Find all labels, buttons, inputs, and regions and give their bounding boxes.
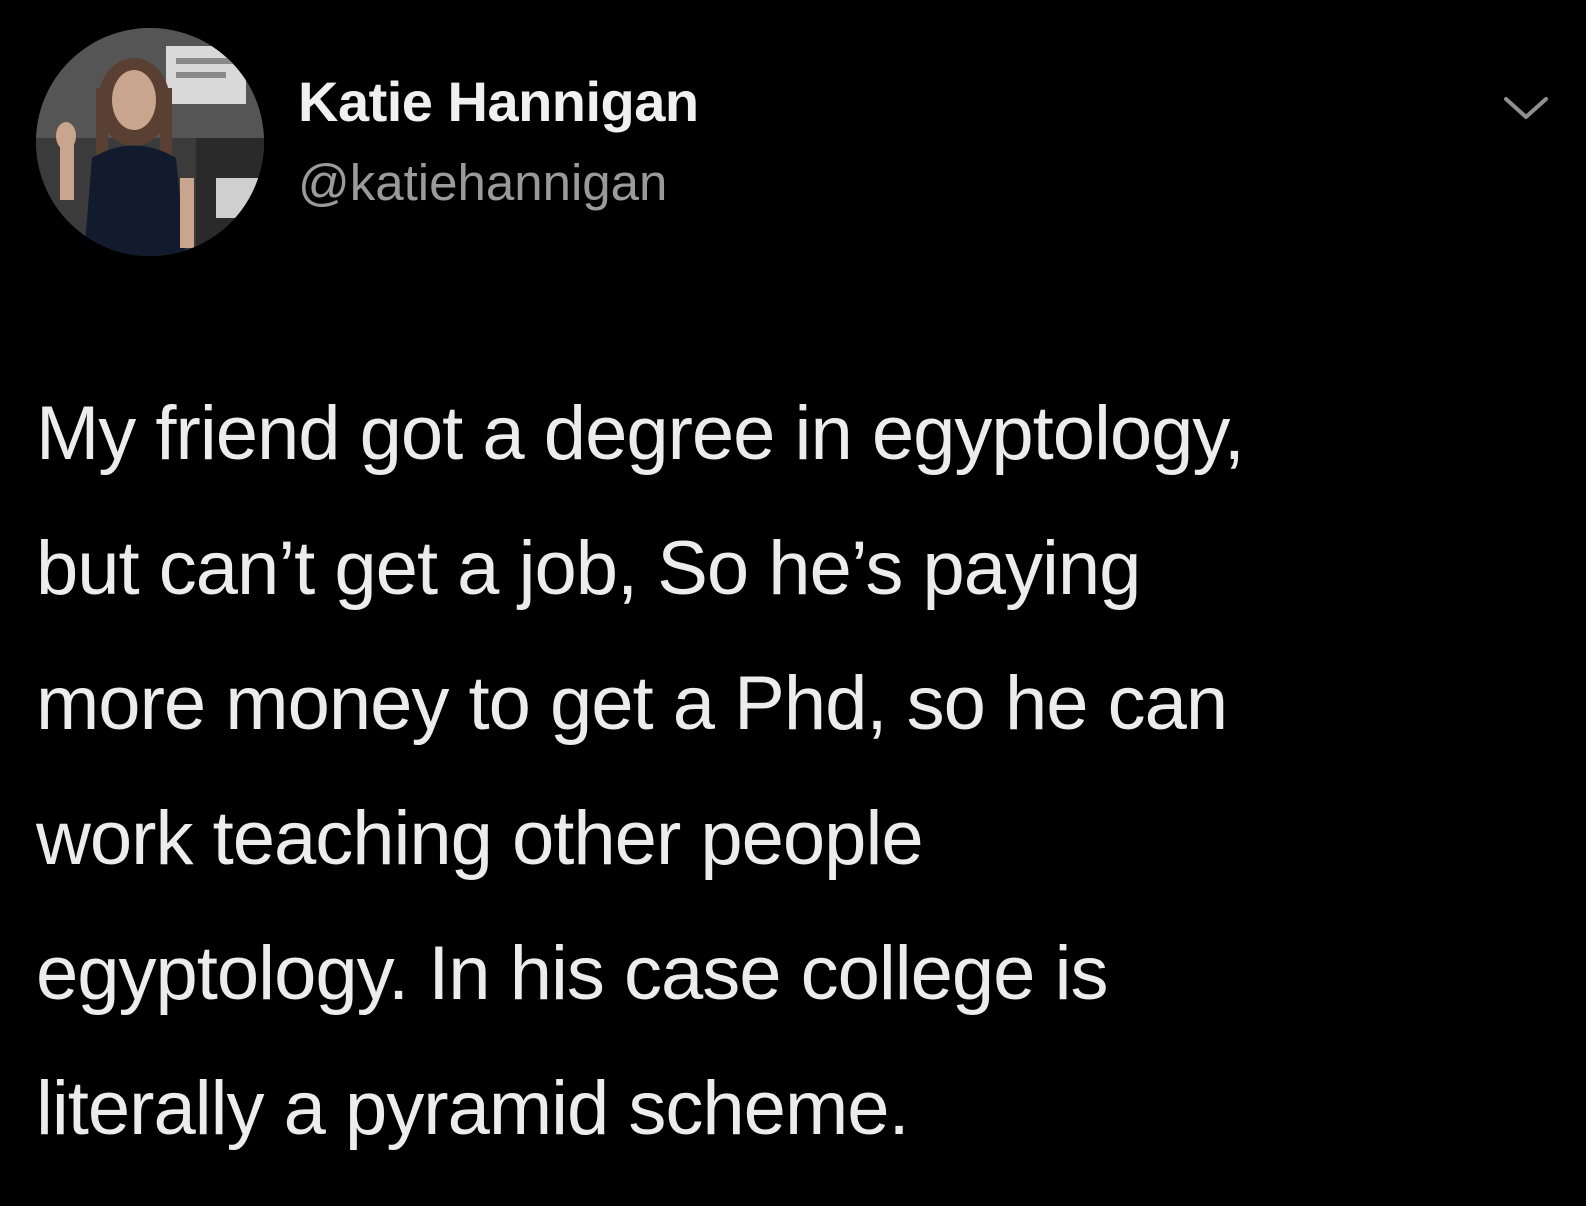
- more-options-button[interactable]: [1496, 78, 1556, 138]
- tweet-text-line: more money to get a Phd, so he can: [36, 661, 1228, 746]
- tweet-header: Katie Hannigan @katiehannigan: [36, 28, 1556, 263]
- tweet-card: Katie Hannigan @katiehannigan My friend …: [0, 0, 1586, 1206]
- chevron-down-icon: [1504, 97, 1548, 119]
- tweet-text-line: My friend got a degree in egyptology,: [36, 391, 1245, 476]
- author-handle[interactable]: @katiehannigan: [298, 150, 699, 216]
- author-display-name[interactable]: Katie Hannigan: [298, 68, 699, 136]
- author-names: Katie Hannigan @katiehannigan: [298, 68, 699, 216]
- tweet-text-line: egyptology. In his case college is: [36, 931, 1108, 1016]
- tweet-text-line: work teaching other people: [36, 796, 924, 881]
- tweet-text: My friend got a degree in egyptology, bu…: [36, 366, 1556, 1176]
- tweet-text-line: literally a pyramid scheme.: [36, 1066, 910, 1151]
- profile-photo-icon: [36, 28, 264, 256]
- tweet-text-line: but can’t get a job, So he’s paying: [36, 526, 1141, 611]
- avatar[interactable]: [36, 28, 264, 256]
